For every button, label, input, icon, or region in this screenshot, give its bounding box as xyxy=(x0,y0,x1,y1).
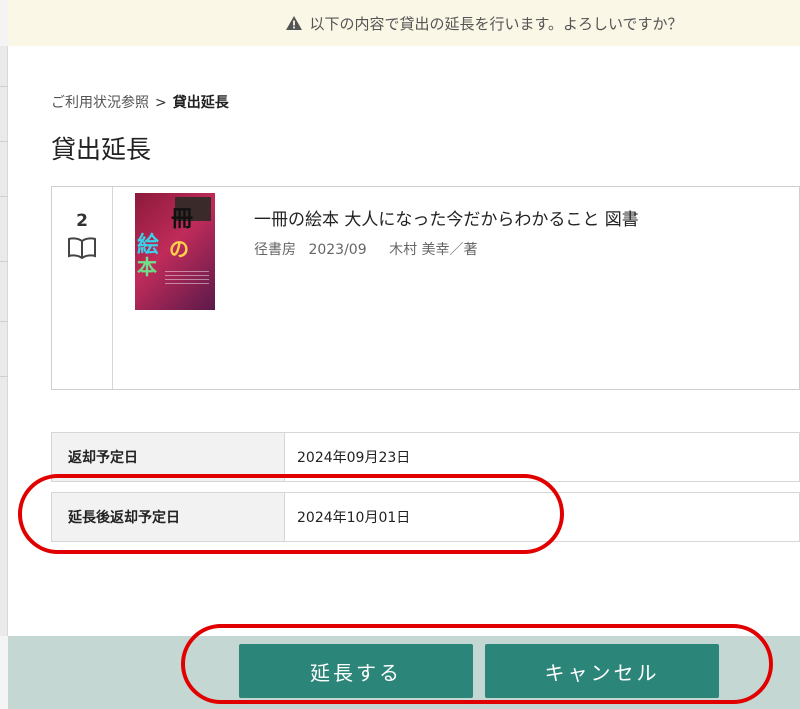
item-title[interactable]: 一冊の絵本 大人になった今だからわかること 図書 xyxy=(254,205,639,230)
loan-item-card: 2 冊 絵 の 本 一冊の絵本 大人になった今だからわかること 図書 径書房 2… xyxy=(51,186,800,390)
due-date-row: 返却予定日 2024年09月23日 xyxy=(51,432,800,482)
action-footer: 延長する キャンセル xyxy=(8,636,800,709)
main-content: ご利用状況参照 > 貸出延長 貸出延長 2 冊 絵 の 本 一冊の絵本 大人になった… xyxy=(8,46,800,636)
extended-due-date-row: 延長後返却予定日 2024年10月01日 xyxy=(51,492,800,542)
left-panel-edge xyxy=(0,46,8,636)
book-cover-image[interactable]: 冊 絵 の 本 xyxy=(135,193,215,310)
breadcrumb-separator: > xyxy=(155,95,167,111)
item-publisher: 径書房 xyxy=(254,242,296,258)
due-date-table: 返却予定日 2024年09月23日 延長後返却予定日 2024年10月01日 xyxy=(51,432,800,552)
warning-icon xyxy=(286,16,303,30)
cover-art-glyph: 本 xyxy=(137,255,157,279)
screen: 以下の内容で貸出の延長を行います。よろしいですか？ ご利用状況参照 > 貸出延長 貸… xyxy=(0,0,800,709)
extended-due-date-label: 延長後返却予定日 xyxy=(52,493,285,541)
extended-due-date-value: 2024年10月01日 xyxy=(297,510,411,526)
extend-button[interactable]: 延長する xyxy=(239,644,473,698)
item-author: 木村 美幸／著 xyxy=(389,242,478,258)
item-number: 2 xyxy=(76,211,88,231)
item-meta: 径書房 2023/09 木村 美幸／著 xyxy=(254,239,478,259)
due-date-label: 返却予定日 xyxy=(52,433,285,481)
book-icon xyxy=(68,237,96,259)
breadcrumb-parent[interactable]: ご利用状況参照 xyxy=(51,95,149,111)
breadcrumb-current: 貸出延長 xyxy=(172,95,229,111)
page-title: 貸出延長 xyxy=(51,135,152,164)
cancel-button[interactable]: キャンセル xyxy=(485,644,719,698)
banner-message: 以下の内容で貸出の延長を行います。よろしいですか？ xyxy=(309,14,683,33)
item-date: 2023/09 xyxy=(308,242,367,258)
due-date-value: 2024年09月23日 xyxy=(297,450,411,466)
confirmation-banner: 以下の内容で貸出の延長を行います。よろしいですか？ xyxy=(8,0,800,46)
item-number-column: 2 xyxy=(52,187,113,389)
cover-art-glyph: の xyxy=(169,237,189,261)
cover-text-lines xyxy=(165,271,209,285)
cover-art-glyph: 冊 xyxy=(171,207,194,232)
breadcrumb: ご利用状況参照 > 貸出延長 xyxy=(51,92,229,112)
